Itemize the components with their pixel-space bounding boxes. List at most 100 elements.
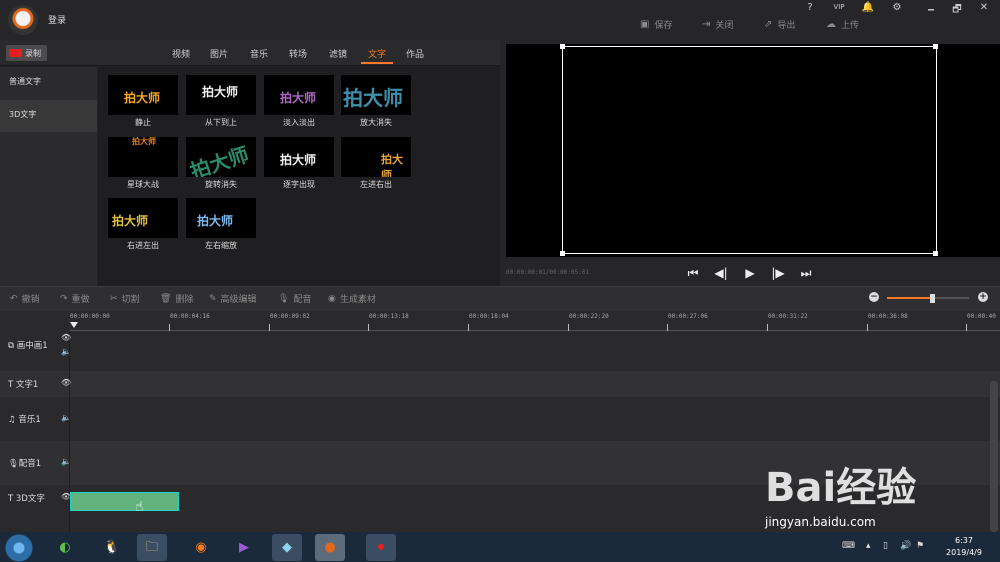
resize-handle[interactable]: [933, 44, 938, 49]
timeline-scrollbar[interactable]: [990, 381, 998, 532]
notes-icon[interactable]: ◆: [272, 534, 302, 561]
paidashi-taskbar-icon[interactable]: ●: [315, 534, 345, 561]
ruler-tick-label: 00:00:36:08: [868, 313, 908, 320]
effect-label: 静止: [135, 118, 151, 127]
help-icon[interactable]: ?: [802, 2, 818, 13]
zoom-slider-handle[interactable]: [930, 294, 935, 303]
ruler-tick-label: 00:00:09:02: [270, 313, 310, 320]
editor-icon[interactable]: ▶: [229, 534, 259, 561]
3d-text-clip[interactable]: [70, 492, 179, 511]
close-icon[interactable]: ✕: [976, 2, 992, 13]
tab-video[interactable]: 视频: [172, 47, 190, 60]
resize-handle[interactable]: [933, 251, 938, 256]
ruler-tick: [568, 324, 569, 331]
keyboard-icon[interactable]: ⌨: [842, 541, 855, 551]
tray-arrow-icon[interactable]: ▴: [866, 541, 871, 551]
minimize-icon[interactable]: 🗕: [923, 2, 939, 19]
track-text-lane[interactable]: [70, 371, 1000, 397]
volume-icon[interactable]: 🔊: [900, 541, 911, 551]
category-normal-text[interactable]: 普通文字: [0, 67, 97, 99]
ruler-tick-label: 00:00:27:06: [668, 313, 708, 320]
zoom-in-icon[interactable]: +: [978, 292, 988, 302]
pen-icon: ✎: [209, 293, 217, 304]
vip-icon[interactable]: VIP: [831, 3, 847, 11]
effect-thumb[interactable]: 拍大师: [108, 75, 178, 115]
exit-icon: ⇥: [702, 19, 711, 30]
redo-button[interactable]: ↷ 重做: [60, 292, 90, 306]
track-header-pip: [0, 331, 70, 371]
effect-thumb[interactable]: 拍大师: [264, 137, 334, 177]
export-button[interactable]: ⇗ 导出: [764, 18, 795, 31]
tab-image[interactable]: 图片: [210, 47, 228, 60]
next-frame-icon[interactable]: |▶: [769, 264, 787, 282]
battery-icon[interactable]: ▯: [883, 541, 888, 551]
mic-icon: 🎙: [278, 293, 290, 304]
effect-thumb[interactable]: 拍大师: [264, 75, 334, 115]
eye-icon[interactable]: 👁: [61, 378, 71, 387]
record-button[interactable]: 录制: [6, 45, 47, 61]
tab-text[interactable]: 文字: [368, 47, 386, 60]
category-3d-text[interactable]: 3D文字: [0, 100, 97, 132]
restore-icon[interactable]: 🗗: [949, 2, 965, 19]
effect-thumb[interactable]: 拍大师: [186, 137, 256, 177]
skip-start-icon[interactable]: ⏮: [684, 264, 702, 282]
ruler-tick-label: 00:00:22:20: [569, 313, 609, 320]
generate-button[interactable]: ◉ 生成素材: [328, 292, 376, 306]
close-project-button[interactable]: ⇥ 关闭: [702, 18, 733, 31]
qq-icon[interactable]: 🐧: [97, 534, 127, 561]
flag-icon[interactable]: ⚑: [916, 541, 924, 551]
folder-icon[interactable]: 🗀: [137, 534, 167, 561]
recorder-icon[interactable]: ⏺: [366, 534, 396, 561]
resize-handle[interactable]: [560, 44, 565, 49]
advanced-edit-button[interactable]: ✎ 高级编辑: [209, 292, 257, 306]
speaker-icon[interactable]: 🔈: [61, 413, 71, 422]
track-name: T 3D文字: [8, 494, 45, 504]
effect-thumb[interactable]: 拍大师: [186, 75, 256, 115]
speaker-icon[interactable]: 🔈: [61, 347, 71, 356]
tab-works[interactable]: 作品: [406, 47, 424, 60]
cut-button[interactable]: ✂ 切割: [110, 292, 140, 306]
gear-icon[interactable]: ⚙: [889, 2, 905, 13]
tab-music[interactable]: 音乐: [250, 47, 268, 60]
playhead[interactable]: [70, 322, 78, 328]
firefox-icon[interactable]: ◉: [186, 534, 216, 561]
eye-icon[interactable]: 👁: [61, 333, 71, 342]
record-icon: [9, 49, 22, 57]
speaker-icon[interactable]: 🔈: [61, 457, 71, 466]
login-link[interactable]: 登录: [48, 13, 66, 26]
tab-transition[interactable]: 转场: [289, 47, 307, 60]
ruler-tick: [667, 324, 668, 331]
effect-thumb[interactable]: 拍大师: [108, 198, 178, 238]
tab-filter[interactable]: 滤镜: [329, 47, 347, 60]
start-button[interactable]: [5, 534, 33, 562]
undo-button[interactable]: ↶ 撤销: [10, 292, 40, 306]
track-name: 🎙配音1: [8, 459, 42, 469]
ruler-tick-label: 00:00:40: [967, 313, 996, 320]
preview-frame[interactable]: [562, 46, 937, 254]
effect-thumb[interactable]: 拍大师: [341, 137, 411, 177]
track-name: ⧉ 画中画1: [8, 341, 48, 351]
effect-thumb[interactable]: 拍大师: [108, 137, 178, 177]
effect-thumb[interactable]: 拍大师: [341, 75, 411, 115]
music-icon: ♫: [8, 415, 19, 425]
watermark-url: jingyan.baidu.com: [765, 515, 876, 529]
skip-end-icon[interactable]: ⏭: [797, 264, 815, 282]
resize-handle[interactable]: [560, 251, 565, 256]
ruler-tick-label: 00:00:18:04: [469, 313, 509, 320]
upload-button[interactable]: ☁ 上传: [826, 18, 859, 31]
track-music-lane[interactable]: [70, 397, 1000, 441]
save-button[interactable]: ▣ 保存: [640, 18, 672, 31]
prev-frame-icon[interactable]: ◀|: [712, 264, 730, 282]
edit-toolbar: [0, 286, 1000, 311]
bell-icon[interactable]: 🔔: [860, 2, 876, 13]
app-360-icon[interactable]: ◐: [50, 534, 80, 561]
track-pip-lane[interactable]: [70, 331, 1000, 371]
play-icon[interactable]: ▶: [741, 264, 759, 282]
effect-thumb[interactable]: 拍大师: [186, 198, 256, 238]
ruler-corner: [0, 311, 70, 331]
effect-label: 从下到上: [205, 118, 237, 127]
delete-button[interactable]: 🗑 删除: [160, 292, 193, 306]
dub-button[interactable]: 🎙 配音: [278, 292, 311, 306]
system-clock[interactable]: 6:37 2019/4/9: [940, 535, 988, 559]
zoom-out-icon[interactable]: −: [869, 292, 879, 302]
